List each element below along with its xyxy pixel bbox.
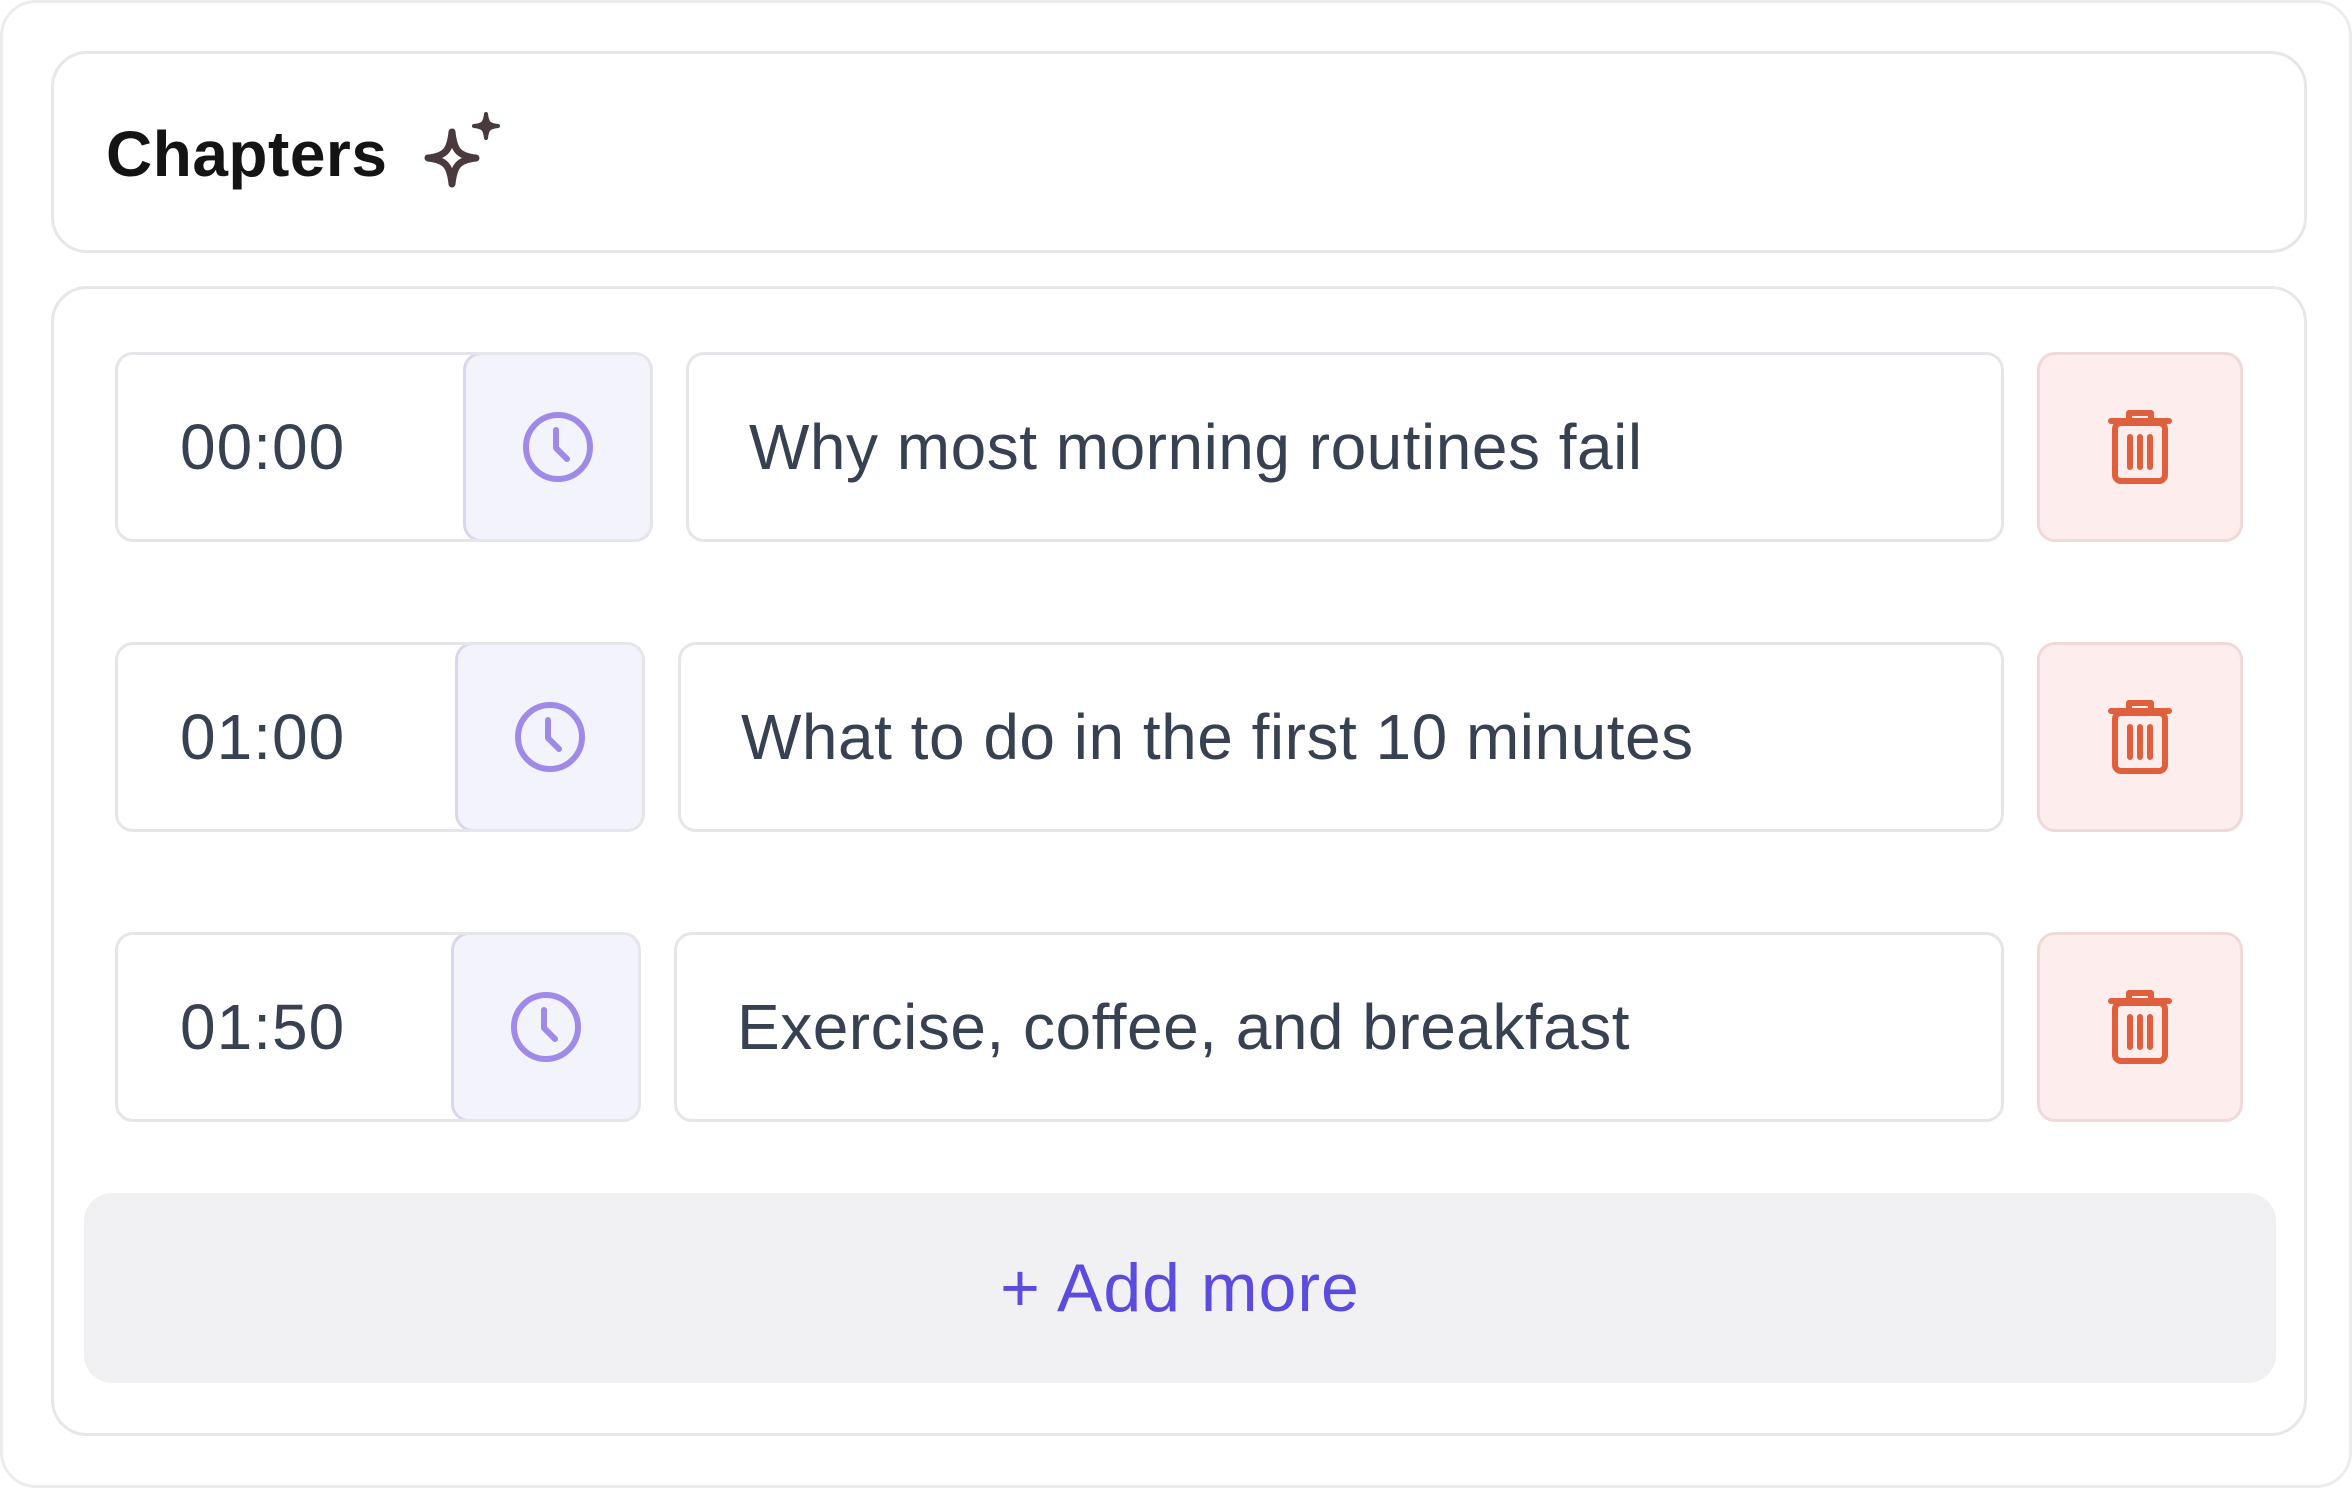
delete-button[interactable] bbox=[2037, 642, 2243, 832]
add-more-label[interactable]: + Add more bbox=[1000, 1248, 1360, 1328]
delete-button[interactable] bbox=[2037, 352, 2243, 542]
clock-icon bbox=[515, 702, 585, 772]
timestamp-value[interactable]: 01:50 bbox=[180, 987, 345, 1067]
timestamp-field[interactable]: 00:00 bbox=[115, 352, 653, 542]
timestamp-field[interactable]: 01:00 bbox=[115, 642, 645, 832]
add-more-button[interactable]: + Add more bbox=[84, 1193, 2276, 1383]
sparkle-icon[interactable] bbox=[422, 110, 512, 200]
timestamp-field[interactable]: 01:50 bbox=[115, 932, 641, 1122]
chapters-title: Chapters bbox=[106, 118, 388, 190]
clock-button[interactable] bbox=[463, 355, 650, 539]
chapter-row: 01:00 What to do in the first 10 minutes bbox=[54, 642, 2304, 832]
chapter-title-value[interactable]: What to do in the first 10 minutes bbox=[741, 697, 1694, 777]
chapters-header: Chapters bbox=[51, 51, 2307, 253]
trash-icon bbox=[2108, 700, 2172, 774]
chapter-title-value[interactable]: Exercise, coffee, and breakfast bbox=[737, 987, 1630, 1067]
clock-button[interactable] bbox=[451, 935, 638, 1119]
chapter-title-value[interactable]: Why most morning routines fail bbox=[749, 407, 1643, 487]
timestamp-value[interactable]: 01:00 bbox=[180, 697, 345, 777]
chapter-title-field[interactable]: What to do in the first 10 minutes bbox=[678, 642, 2004, 832]
clock-icon bbox=[511, 992, 581, 1062]
timestamp-value[interactable]: 00:00 bbox=[180, 407, 345, 487]
chapters-list: 00:00 Why most morning routines fail 01:… bbox=[51, 286, 2307, 1436]
chapters-panel: Chapters 00:00 Why most morning routines… bbox=[0, 0, 2352, 1488]
clock-icon bbox=[523, 412, 593, 482]
chapter-title-field[interactable]: Why most morning routines fail bbox=[686, 352, 2004, 542]
clock-button[interactable] bbox=[455, 645, 642, 829]
chapter-row: 00:00 Why most morning routines fail bbox=[54, 352, 2304, 542]
chapter-row: 01:50 Exercise, coffee, and breakfast bbox=[54, 932, 2304, 1122]
trash-icon bbox=[2108, 410, 2172, 484]
chapter-title-field[interactable]: Exercise, coffee, and breakfast bbox=[674, 932, 2004, 1122]
trash-icon bbox=[2108, 990, 2172, 1064]
delete-button[interactable] bbox=[2037, 932, 2243, 1122]
